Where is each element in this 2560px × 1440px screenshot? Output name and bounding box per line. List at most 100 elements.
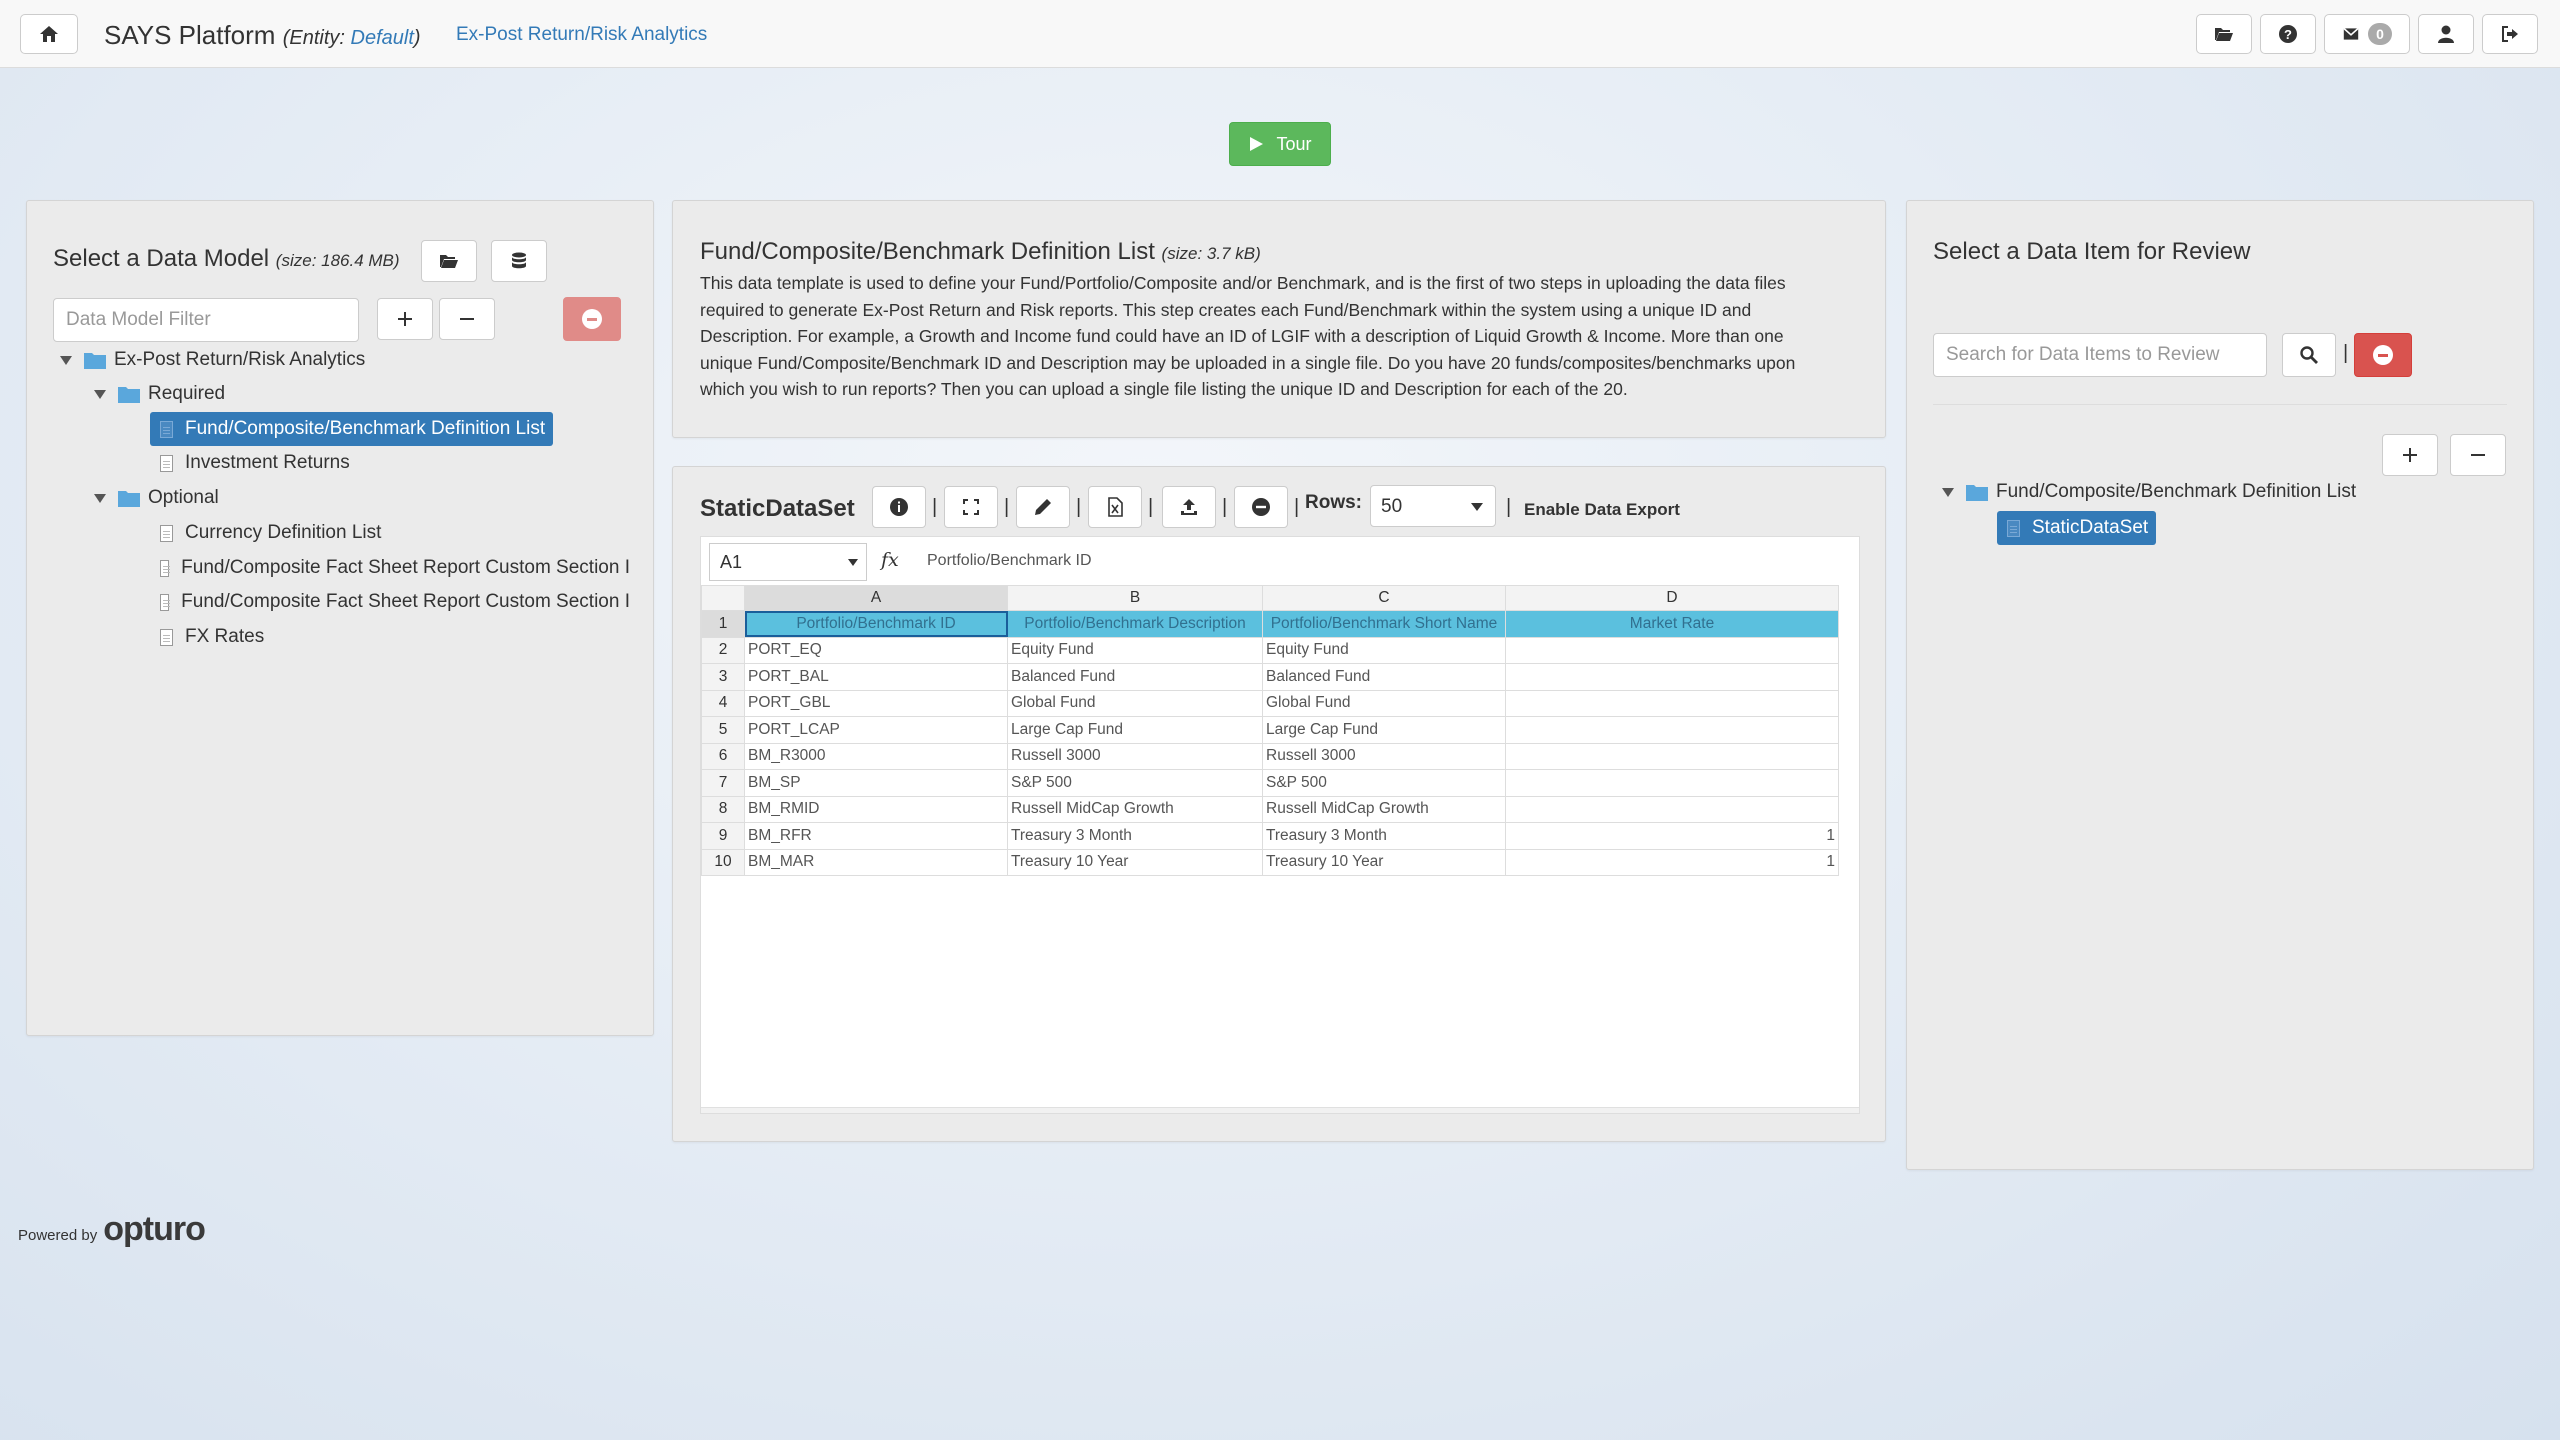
cell[interactable]: Balanced Fund xyxy=(1262,663,1506,691)
row-header[interactable]: 4 xyxy=(701,689,745,717)
cell[interactable]: Portfolio/Benchmark Description xyxy=(1007,610,1263,638)
cell[interactable]: Large Cap Fund xyxy=(1007,716,1263,744)
cell[interactable] xyxy=(1505,795,1839,823)
expand-all-button[interactable] xyxy=(377,298,433,340)
cell[interactable]: Russell MidCap Growth xyxy=(1262,795,1506,823)
edit-button[interactable] xyxy=(1016,486,1070,528)
cell[interactable]: Equity Fund xyxy=(1262,636,1506,664)
cell[interactable]: Treasury 3 Month xyxy=(1262,822,1506,850)
cell[interactable]: Global Fund xyxy=(1262,689,1506,717)
row-header[interactable]: 3 xyxy=(701,663,745,691)
column-header[interactable]: B xyxy=(1007,585,1263,611)
messages-button[interactable]: 0 xyxy=(2324,14,2410,54)
tree-item-fact-sheet-custom-2[interactable]: Fund/Composite Fact Sheet Report Custom … xyxy=(160,586,630,618)
horizontal-scrollbar[interactable] xyxy=(701,1107,1859,1113)
cell[interactable] xyxy=(1505,636,1839,664)
remove-dataset-button[interactable] xyxy=(1234,486,1288,528)
cell[interactable]: PORT_GBL xyxy=(744,689,1008,717)
database-button[interactable] xyxy=(491,240,547,282)
entity-link[interactable]: Default xyxy=(351,27,414,49)
cell[interactable]: S&P 500 xyxy=(1007,769,1263,797)
spreadsheet[interactable]: A1 fx Portfolio/Benchmark ID A B C D 1 P… xyxy=(700,536,1860,1114)
cell[interactable]: BM_RFR xyxy=(744,822,1008,850)
cell[interactable]: 1 xyxy=(1505,848,1839,876)
tree-folder-ex-post[interactable]: Ex-Post Return/Risk Analytics xyxy=(60,344,365,376)
column-header[interactable]: C xyxy=(1262,585,1506,611)
tree-folder-required[interactable]: Required xyxy=(94,378,225,410)
cell[interactable] xyxy=(1505,716,1839,744)
cell-name-box[interactable]: A1 xyxy=(709,543,867,581)
opturo-logo[interactable]: opturo xyxy=(103,1210,206,1249)
home-button[interactable] xyxy=(20,14,78,54)
tree-folder-fund-definition-list[interactable]: Fund/Composite/Benchmark Definition List xyxy=(1942,476,2356,508)
column-header[interactable]: A xyxy=(744,585,1008,611)
upload-button[interactable] xyxy=(1162,486,1216,528)
row-header[interactable]: 2 xyxy=(701,636,745,664)
row-header[interactable]: 6 xyxy=(701,742,745,770)
fullscreen-button[interactable] xyxy=(944,486,998,528)
formula-bar[interactable]: Portfolio/Benchmark ID xyxy=(927,552,1092,570)
cell[interactable]: BM_RMID xyxy=(744,795,1008,823)
data-item-search-input[interactable] xyxy=(1933,333,2267,377)
cell[interactable]: PORT_EQ xyxy=(744,636,1008,664)
row-header[interactable]: 8 xyxy=(701,795,745,823)
expand-all-button[interactable] xyxy=(2382,434,2438,476)
cell[interactable] xyxy=(1505,663,1839,691)
spreadsheet-grid[interactable]: A B C D 1 Portfolio/Benchmark ID Portfol… xyxy=(701,585,1839,876)
cell[interactable] xyxy=(1505,689,1839,717)
cell[interactable]: PORT_LCAP xyxy=(744,716,1008,744)
data-model-filter-input[interactable] xyxy=(53,298,359,342)
collapse-all-button[interactable] xyxy=(439,298,495,340)
tree-item-fx-rates[interactable]: FX Rates xyxy=(160,621,264,653)
cell[interactable]: S&P 500 xyxy=(1262,769,1506,797)
cell[interactable]: PORT_BAL xyxy=(744,663,1008,691)
corner-cell[interactable] xyxy=(701,585,745,611)
cell[interactable]: Portfolio/Benchmark Short Name xyxy=(1262,610,1506,638)
row-header[interactable]: 1 xyxy=(701,610,745,638)
cell[interactable]: Equity Fund xyxy=(1007,636,1263,664)
cell[interactable]: Russell MidCap Growth xyxy=(1007,795,1263,823)
cell[interactable] xyxy=(1505,742,1839,770)
tree-item-fact-sheet-custom-1[interactable]: Fund/Composite Fact Sheet Report Custom … xyxy=(160,552,630,584)
tree-item-currency-definition-list[interactable]: Currency Definition List xyxy=(160,517,381,549)
cell[interactable]: Russell 3000 xyxy=(1262,742,1506,770)
tree-item-investment-returns[interactable]: Investment Returns xyxy=(160,447,350,479)
open-model-button[interactable] xyxy=(421,240,477,282)
search-button[interactable] xyxy=(2282,333,2336,377)
cell[interactable]: BM_R3000 xyxy=(744,742,1008,770)
cell[interactable]: Treasury 10 Year xyxy=(1007,848,1263,876)
logout-button[interactable] xyxy=(2482,14,2538,54)
cell[interactable]: Russell 3000 xyxy=(1007,742,1263,770)
collapse-all-button[interactable] xyxy=(2450,434,2506,476)
cell[interactable]: 1 xyxy=(1505,822,1839,850)
cell[interactable] xyxy=(1505,769,1839,797)
cell[interactable]: Treasury 10 Year xyxy=(1262,848,1506,876)
column-header[interactable]: D xyxy=(1505,585,1839,611)
cell[interactable]: Large Cap Fund xyxy=(1262,716,1506,744)
tree-folder-optional[interactable]: Optional xyxy=(94,482,219,514)
tree-item-static-dataset[interactable]: StaticDataSet xyxy=(1997,511,2157,545)
row-header[interactable]: 7 xyxy=(701,769,745,797)
clear-filter-button[interactable] xyxy=(563,297,621,341)
cell[interactable]: BM_MAR xyxy=(744,848,1008,876)
help-button[interactable]: ? xyxy=(2260,14,2316,54)
info-button[interactable] xyxy=(872,486,926,528)
enable-data-export-toggle[interactable]: Enable Data Export xyxy=(1524,500,1680,520)
row-header[interactable]: 9 xyxy=(701,822,745,850)
tour-button[interactable]: Tour xyxy=(1229,122,1331,166)
row-header[interactable]: 5 xyxy=(701,716,745,744)
rows-select[interactable]: 50 xyxy=(1370,485,1496,527)
cell[interactable]: Balanced Fund xyxy=(1007,663,1263,691)
tree-item-fund-definition-list[interactable]: Fund/Composite/Benchmark Definition List xyxy=(150,412,554,446)
cell[interactable]: Treasury 3 Month xyxy=(1007,822,1263,850)
cell[interactable]: BM_SP xyxy=(744,769,1008,797)
open-folder-button[interactable] xyxy=(2196,14,2252,54)
cell[interactable]: Market Rate xyxy=(1505,610,1839,638)
clear-search-button[interactable] xyxy=(2354,333,2412,377)
user-profile-button[interactable] xyxy=(2418,14,2474,54)
cell[interactable]: Portfolio/Benchmark ID xyxy=(744,610,1008,638)
row-header[interactable]: 10 xyxy=(701,848,745,876)
cell[interactable]: Global Fund xyxy=(1007,689,1263,717)
breadcrumb-link[interactable]: Ex-Post Return/Risk Analytics xyxy=(456,24,707,46)
excel-file-button[interactable] xyxy=(1088,486,1142,528)
